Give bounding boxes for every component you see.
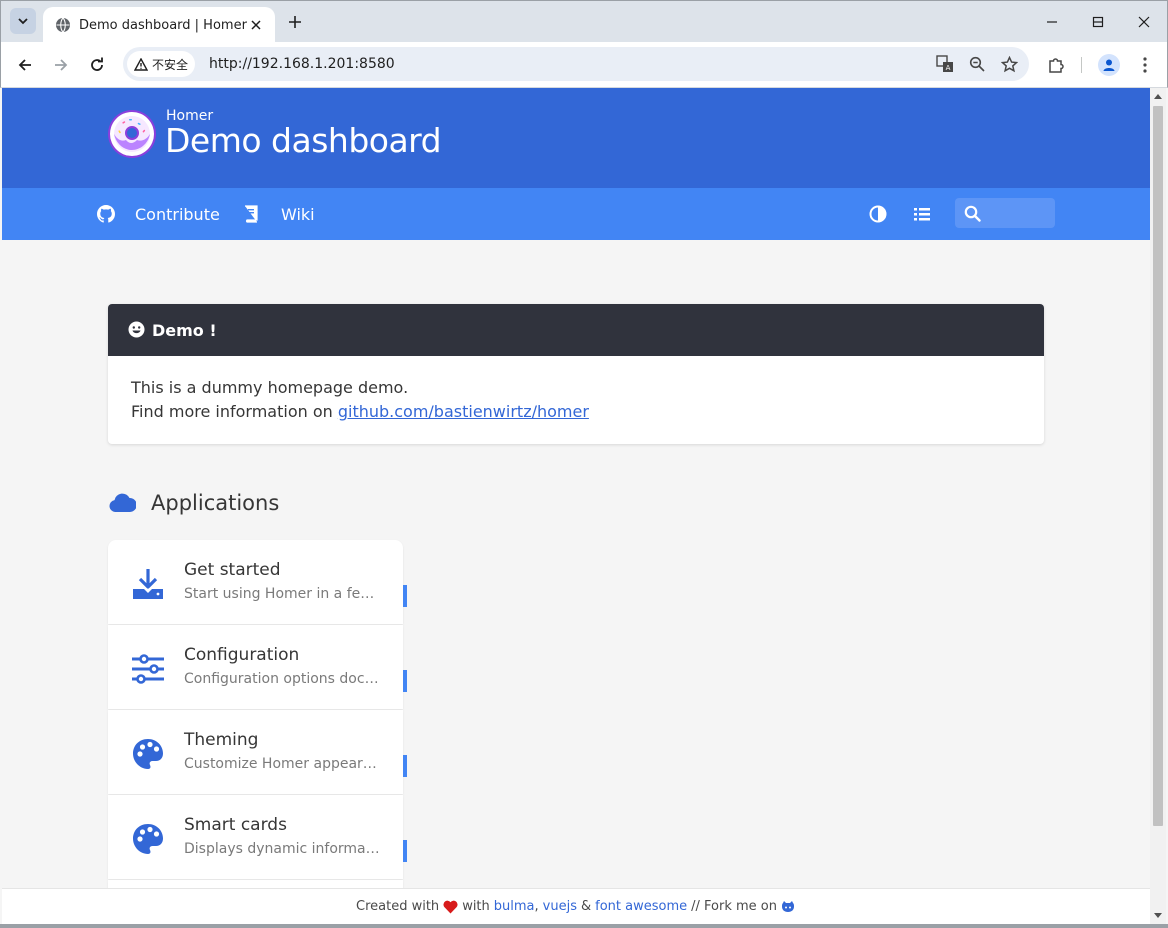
zoom-icon[interactable] xyxy=(965,52,989,76)
avatar-icon xyxy=(1098,54,1120,76)
heart-icon xyxy=(443,900,458,914)
page-footer: Created with with bulma, vuejs & font aw… xyxy=(2,888,1150,924)
donut-logo-icon xyxy=(107,109,157,159)
url-text[interactable]: http://192.168.1.201:8580 xyxy=(209,56,933,72)
security-indicator[interactable]: 不安全 xyxy=(127,51,196,77)
nav-link-wiki[interactable]: Wiki xyxy=(243,188,315,240)
group-name: Applications xyxy=(151,491,280,515)
security-label: 不安全 xyxy=(152,57,189,72)
card-subtitle: Customize Homer appearance xyxy=(184,756,384,772)
card-title: Configuration xyxy=(184,645,300,665)
browser-toolbar: 不安全 http://192.168.1.201:8580 A xyxy=(0,42,1168,88)
smile-icon xyxy=(128,321,146,339)
forward-button[interactable] xyxy=(47,51,75,79)
palette-icon xyxy=(130,821,166,857)
message-title: Demo ! xyxy=(152,320,217,340)
nav-link-contribute[interactable]: Contribute xyxy=(97,188,220,240)
card-title: Smart cards xyxy=(184,815,287,835)
github-icon xyxy=(97,205,115,223)
dark-mode-toggle-icon[interactable] xyxy=(869,205,887,223)
github-octocat-icon[interactable] xyxy=(781,900,796,914)
message-body: This is a dummy homepage demo. Find more… xyxy=(108,356,1044,444)
reload-button[interactable] xyxy=(83,51,111,79)
footer-link-bulma[interactable]: bulma xyxy=(494,899,535,914)
demo-message: Demo ! This is a dummy homepage demo. Fi… xyxy=(108,304,1044,444)
page-title: Demo dashboard xyxy=(165,121,442,160)
app-card-smart-cards[interactable]: Smart cards Displays dynamic information xyxy=(108,795,407,879)
page-scrollbar[interactable] xyxy=(1150,88,1166,924)
warning-icon xyxy=(134,57,148,71)
star-icon[interactable] xyxy=(997,52,1021,76)
search-input[interactable] xyxy=(955,198,1055,228)
new-tab-button[interactable] xyxy=(283,10,307,34)
menu-kebab-icon[interactable] xyxy=(1133,53,1157,77)
arrow-left-icon xyxy=(18,59,31,71)
page-header: Homer Demo dashboard xyxy=(2,88,1150,188)
app-card-configuration[interactable]: Configuration Configuration options docu… xyxy=(108,625,407,709)
card-subtitle: Start using Homer in a few minutes xyxy=(184,586,384,602)
palette-icon xyxy=(130,736,166,772)
footer-created-with: Created with xyxy=(356,899,440,914)
card-tag-marker xyxy=(403,840,407,862)
maximize-icon xyxy=(1092,16,1104,28)
page-viewport: Homer Demo dashboard Contribute Wiki Dem… xyxy=(2,88,1150,924)
nav-link-label: Contribute xyxy=(135,204,220,224)
download-icon xyxy=(130,566,166,602)
globe-icon xyxy=(55,17,71,33)
profile-button[interactable] xyxy=(1097,53,1121,77)
footer-link-vuejs[interactable]: vuejs xyxy=(543,899,577,914)
message-line-2: Find more information on github.com/bast… xyxy=(131,400,1021,424)
app-card-theming[interactable]: Theming Customize Homer appearance xyxy=(108,710,407,794)
card-subtitle: Configuration options documentation xyxy=(184,671,384,687)
reload-icon xyxy=(91,57,103,71)
arrow-right-icon xyxy=(55,59,68,71)
window-border xyxy=(0,924,1168,928)
address-bar[interactable]: 不安全 http://192.168.1.201:8580 A xyxy=(123,47,1029,81)
close-window-button[interactable] xyxy=(1121,1,1167,43)
close-icon[interactable] xyxy=(247,16,265,34)
footer-amp: & xyxy=(580,899,592,914)
navbar: Contribute Wiki xyxy=(2,188,1150,240)
minimize-button-2[interactable] xyxy=(1029,1,1075,43)
group-title-applications: Applications xyxy=(108,488,279,518)
sliders-icon xyxy=(130,651,166,687)
footer-link-font-awesome[interactable]: font awesome xyxy=(595,899,687,914)
book-icon xyxy=(243,205,261,223)
back-button[interactable] xyxy=(11,51,39,79)
close-icon xyxy=(1138,16,1150,28)
minimize-icon xyxy=(1047,21,1057,23)
github-homer-link[interactable]: github.com/bastienwirtz/homer xyxy=(338,402,589,421)
search-icon xyxy=(964,205,981,222)
tab-title: Demo dashboard | Homer xyxy=(79,17,247,33)
message-header: Demo ! xyxy=(108,304,1044,356)
cloud-icon xyxy=(108,491,136,515)
card-title: Get started xyxy=(184,560,281,580)
footer-comma: , xyxy=(534,899,539,914)
card-tag-marker xyxy=(403,670,407,692)
svg-text:A: A xyxy=(946,64,951,72)
scroll-up-arrow-icon[interactable] xyxy=(1153,91,1163,101)
browser-tab[interactable]: Demo dashboard | Homer xyxy=(43,7,275,43)
layout-list-icon[interactable] xyxy=(913,205,931,223)
footer-fork: // Fork me on xyxy=(691,899,777,914)
app-card-get-started[interactable]: Get started Start using Homer in a few m… xyxy=(108,540,407,624)
toolbar-divider xyxy=(1081,57,1082,73)
message-line-1: This is a dummy homepage demo. xyxy=(131,378,409,397)
browser-tab-strip: Demo dashboard | Homer xyxy=(0,0,1168,43)
card-subtitle: Displays dynamic information xyxy=(184,841,384,857)
chevron-down-icon xyxy=(18,18,28,25)
translate-icon[interactable]: A xyxy=(933,52,957,76)
footer-with: with xyxy=(462,899,490,914)
plus-icon xyxy=(289,16,301,28)
extensions-icon[interactable] xyxy=(1044,53,1068,77)
card-title: Theming xyxy=(184,730,259,750)
card-tag-marker xyxy=(403,755,407,777)
card-tag-marker xyxy=(403,585,407,607)
nav-link-label: Wiki xyxy=(281,204,315,224)
scrollbar-thumb[interactable] xyxy=(1153,106,1163,826)
maximize-button[interactable] xyxy=(1075,1,1121,43)
message-line-2-prefix: Find more information on xyxy=(131,402,338,421)
tab-search-button[interactable] xyxy=(10,8,36,34)
scroll-down-arrow-icon[interactable] xyxy=(1153,911,1163,921)
